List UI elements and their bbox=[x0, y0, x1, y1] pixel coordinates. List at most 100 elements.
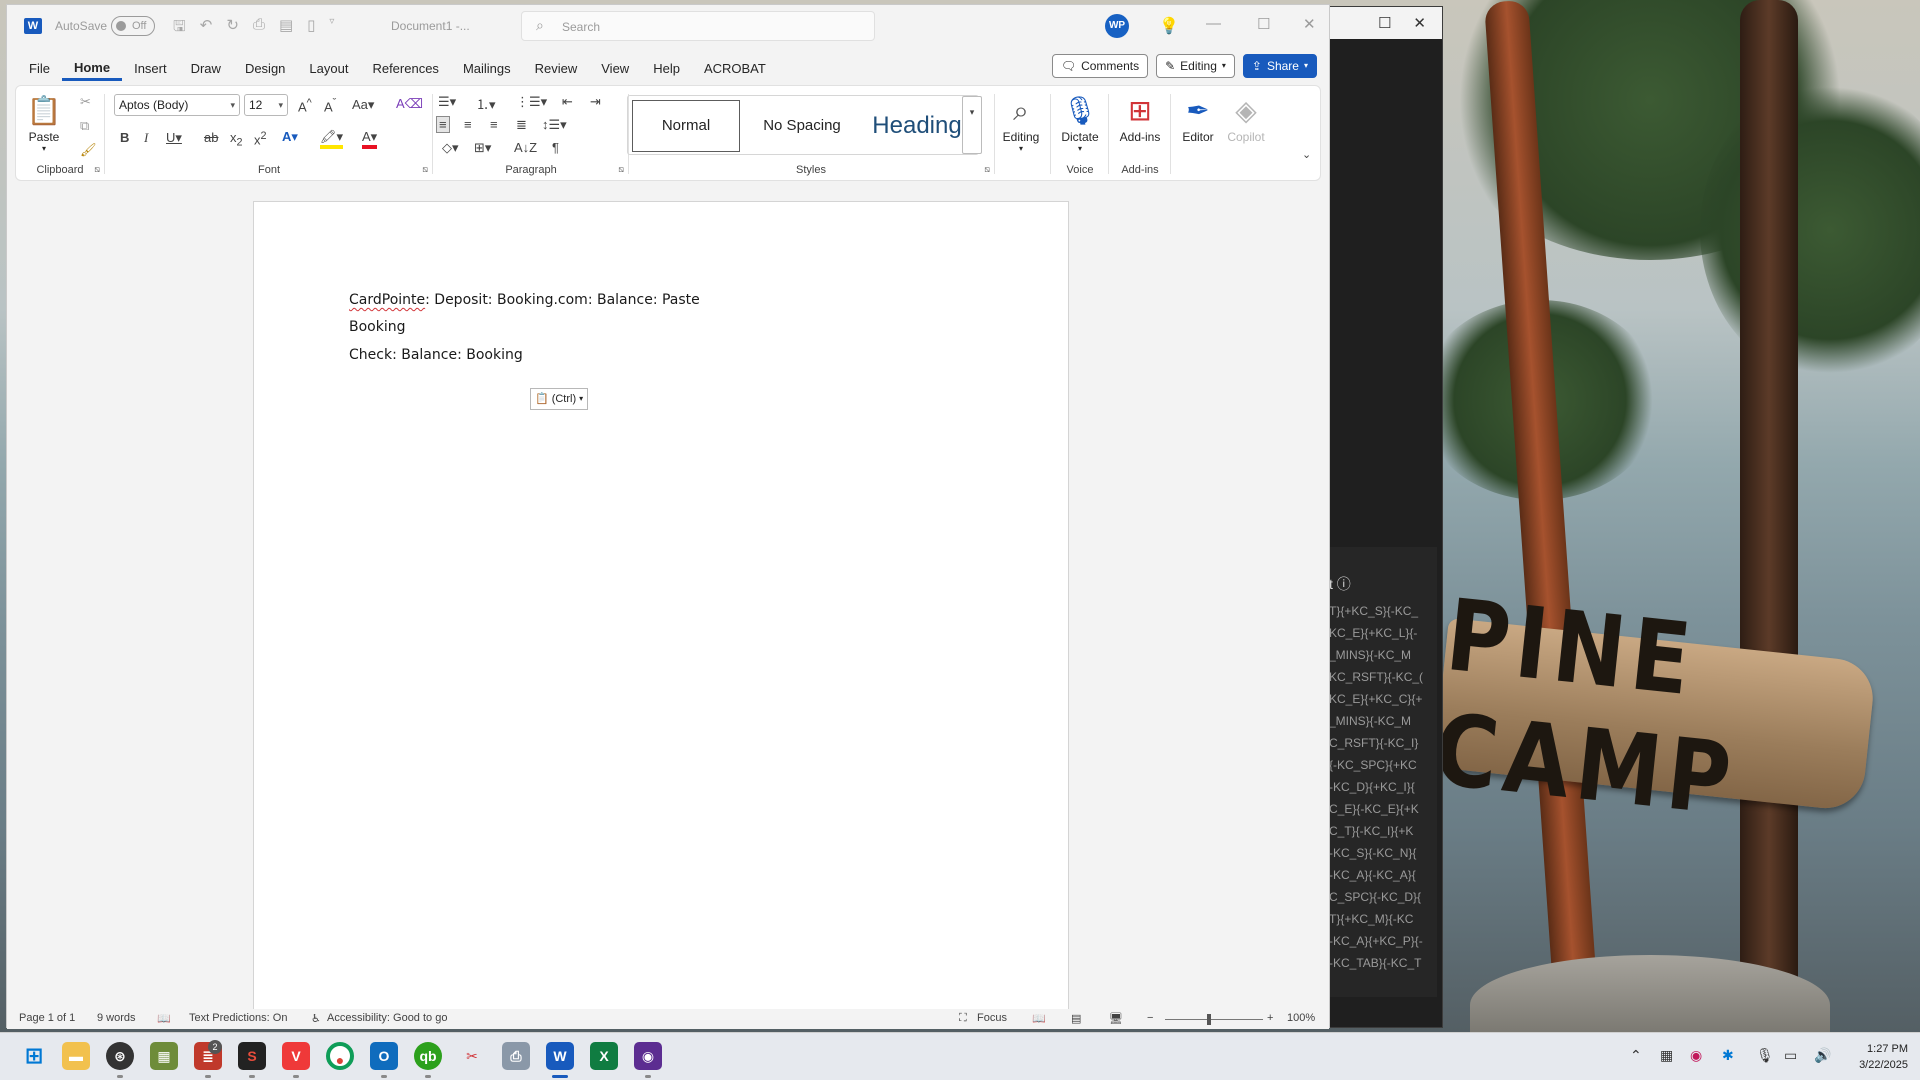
tab-help[interactable]: Help bbox=[641, 57, 692, 81]
new-document-icon[interactable]: ▯ bbox=[307, 16, 315, 41]
strikethrough-icon[interactable]: ab bbox=[204, 130, 218, 145]
print-layout-icon[interactable]: ▤ bbox=[1071, 1012, 1081, 1025]
paragraph-2[interactable]: Booking bbox=[349, 319, 406, 335]
format-painter-qa-icon[interactable]: ▤ bbox=[279, 16, 293, 41]
bluetooth-icon[interactable]: ✱ bbox=[1722, 1047, 1734, 1064]
customize-qa-icon[interactable]: ▿ bbox=[329, 16, 334, 41]
tab-draw[interactable]: Draw bbox=[179, 57, 233, 81]
shading-icon[interactable]: ◇▾ bbox=[442, 140, 459, 156]
font-color-icon[interactable]: A▾ bbox=[362, 129, 378, 149]
increase-indent-icon[interactable]: ⇥ bbox=[590, 94, 601, 110]
web-layout-icon[interactable]: 🖥 bbox=[1109, 1012, 1123, 1025]
copy-icon[interactable]: ⧉ bbox=[80, 118, 89, 134]
chrome-icon[interactable]: ● bbox=[326, 1042, 354, 1070]
justify-icon[interactable]: ≣ bbox=[516, 117, 527, 133]
network-icon[interactable]: ▭ bbox=[1784, 1047, 1797, 1064]
numbering-icon[interactable]: ⒈▾ bbox=[476, 94, 496, 113]
close-icon[interactable]: ✕ bbox=[1413, 14, 1426, 32]
dictate-button[interactable]: 🎙 Dictate ▾ bbox=[1056, 92, 1104, 153]
app-icon-s[interactable]: S bbox=[238, 1042, 266, 1070]
outlook-icon[interactable]: O bbox=[370, 1042, 398, 1070]
highlight-icon[interactable]: 🖍▾ bbox=[320, 129, 344, 149]
align-left-icon[interactable]: ≡ bbox=[436, 116, 450, 133]
tab-references[interactable]: References bbox=[360, 57, 450, 81]
underline-icon[interactable]: U▾ bbox=[166, 130, 182, 146]
tab-view[interactable]: View bbox=[589, 57, 641, 81]
sort-icon[interactable]: A↓Z bbox=[514, 140, 537, 155]
text-predictions[interactable]: Text Predictions: On bbox=[189, 1012, 287, 1024]
microphone-icon[interactable]: 🎙 bbox=[1756, 1047, 1774, 1064]
paragraph-1[interactable]: CardPointe: Deposit: Booking.com: Balanc… bbox=[349, 292, 700, 308]
focus-mode[interactable]: Focus bbox=[977, 1012, 1007, 1024]
zoom-level[interactable]: 100% bbox=[1287, 1012, 1315, 1024]
tab-review[interactable]: Review bbox=[523, 57, 590, 81]
editor-button[interactable]: ✒ Editor bbox=[1176, 92, 1220, 144]
tray-app-icon[interactable]: ▦ bbox=[1660, 1047, 1673, 1064]
close-icon[interactable]: ✕ bbox=[1303, 15, 1316, 33]
tab-design[interactable]: Design bbox=[233, 57, 297, 81]
tab-file[interactable]: File bbox=[7, 57, 62, 81]
dialog-launcher-icon[interactable]: ⧅ bbox=[422, 164, 428, 175]
bullets-icon[interactable]: ☰▾ bbox=[438, 94, 456, 110]
help-icon[interactable]: ⓘ bbox=[1337, 576, 1351, 592]
superscript-icon[interactable]: x2 bbox=[254, 130, 267, 147]
misspelled-word[interactable]: CardPointe bbox=[349, 292, 425, 308]
tab-layout[interactable]: Layout bbox=[297, 57, 360, 81]
maximize-icon[interactable]: ☐ bbox=[1257, 15, 1270, 33]
tab-home[interactable]: Home bbox=[61, 57, 123, 81]
grow-font-icon[interactable]: A^ bbox=[298, 97, 312, 114]
page-count[interactable]: Page 1 of 1 bbox=[19, 1012, 75, 1024]
font-name-select[interactable]: Aptos (Body) ▾ bbox=[114, 94, 240, 116]
word-taskbar-icon[interactable]: W bbox=[546, 1042, 574, 1070]
bold-icon[interactable]: B bbox=[120, 130, 129, 145]
paragraph-3[interactable]: Check: Balance: Booking bbox=[349, 347, 523, 363]
copilot-button[interactable]: ◈ Copilot bbox=[1222, 92, 1270, 144]
redo-icon[interactable]: ↻ bbox=[226, 16, 239, 41]
avatar[interactable]: WP bbox=[1105, 14, 1129, 38]
align-right-icon[interactable]: ≡ bbox=[490, 117, 498, 132]
system-clock[interactable]: 1:27 PM 3/22/2025 bbox=[1859, 1041, 1908, 1073]
dialog-launcher-icon[interactable]: ⧅ bbox=[984, 164, 990, 175]
tab-insert[interactable]: Insert bbox=[122, 57, 179, 81]
snipping-tool-icon[interactable]: ✂ bbox=[458, 1042, 486, 1070]
tab-mailings[interactable]: Mailings bbox=[451, 57, 523, 81]
subscript-icon[interactable]: x2 bbox=[230, 130, 243, 149]
word-count[interactable]: 9 words bbox=[97, 1012, 136, 1024]
font-size-select[interactable]: 12 ▾ bbox=[244, 94, 288, 116]
start-windows-icon[interactable]: ⊞ bbox=[20, 1042, 48, 1070]
app-icon-calculator[interactable]: ▦ bbox=[150, 1042, 178, 1070]
document-title[interactable]: Document1 -... bbox=[391, 19, 470, 33]
volume-icon[interactable]: 🔊 bbox=[1814, 1047, 1831, 1064]
vivaldi-icon[interactable]: V bbox=[282, 1042, 310, 1070]
save-icon[interactable]: 🖫 bbox=[173, 16, 186, 41]
document-page[interactable]: CardPointe: Deposit: Booking.com: Balanc… bbox=[253, 201, 1069, 1009]
align-center-icon[interactable]: ≡ bbox=[464, 117, 472, 132]
maximize-icon[interactable]: ☐ bbox=[1378, 14, 1391, 32]
multilevel-list-icon[interactable]: ⋮☰▾ bbox=[516, 94, 547, 110]
app-icon-globe[interactable]: ⊛ bbox=[106, 1042, 134, 1070]
show-formatting-marks-icon[interactable]: ¶ bbox=[552, 140, 559, 155]
editing-button[interactable]: ⌕ Editing ▾ bbox=[996, 92, 1046, 153]
share-button[interactable]: ⇪ Share ▾ bbox=[1242, 54, 1317, 78]
addins-button[interactable]: ⊞ Add-ins bbox=[1114, 92, 1166, 144]
zoom-in-icon[interactable]: + bbox=[1267, 1012, 1273, 1024]
collapse-ribbon-icon[interactable]: ⌄ bbox=[1302, 148, 1311, 161]
file-explorer-icon[interactable]: ▬ bbox=[62, 1042, 90, 1070]
dialog-launcher-icon[interactable]: ⧅ bbox=[618, 164, 624, 175]
decrease-indent-icon[interactable]: ⇤ bbox=[562, 94, 573, 110]
excel-icon[interactable]: X bbox=[590, 1042, 618, 1070]
show-hidden-icons-icon[interactable]: ⌃ bbox=[1630, 1047, 1642, 1064]
dialog-launcher-icon[interactable]: ⧅ bbox=[94, 164, 100, 175]
clear-formatting-icon[interactable]: A⌫ bbox=[396, 96, 423, 112]
borders-icon[interactable]: ⊞▾ bbox=[474, 140, 491, 156]
comments-button[interactable]: 🗨 Comments bbox=[1051, 54, 1149, 78]
italic-icon[interactable]: I bbox=[144, 130, 148, 146]
paste-button[interactable]: 📋 Paste ▾ bbox=[24, 92, 64, 153]
undo-icon[interactable]: ↶ bbox=[200, 16, 213, 41]
change-case-icon[interactable]: Aa▾ bbox=[352, 97, 374, 113]
zoom-out-icon[interactable]: − bbox=[1147, 1012, 1153, 1024]
tray-color-icon[interactable]: ◉ bbox=[1690, 1047, 1702, 1064]
paste-options-button[interactable]: 📋 (Ctrl) ▾ bbox=[530, 388, 589, 410]
zoom-slider[interactable] bbox=[1165, 1019, 1263, 1020]
quickbooks-icon[interactable]: qb bbox=[414, 1042, 442, 1070]
